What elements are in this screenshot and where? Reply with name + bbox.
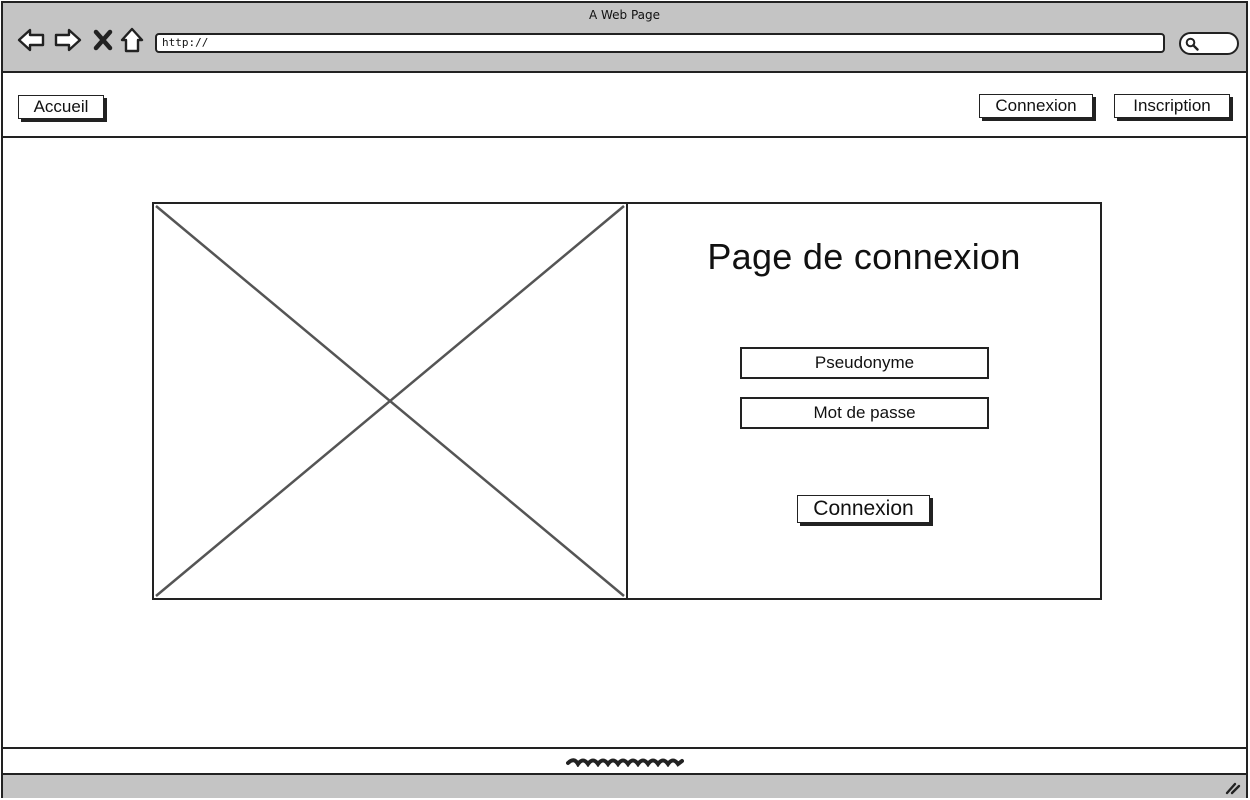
status-bar: [3, 775, 1246, 798]
password-field[interactable]: [740, 397, 989, 429]
home-button[interactable]: Accueil: [18, 95, 104, 119]
browser-search-field[interactable]: [1179, 32, 1239, 55]
address-bar[interactable]: http://: [155, 33, 1165, 53]
search-icon: [1185, 37, 1199, 51]
footer-strip: [3, 747, 1246, 775]
resize-grip-icon[interactable]: [1225, 781, 1241, 795]
login-panel: Page de connexion Connexion: [626, 202, 1102, 600]
login-submit-button[interactable]: Connexion: [797, 495, 930, 523]
home-icon[interactable]: [118, 25, 146, 55]
page-title: Page de connexion: [707, 236, 1021, 277]
signup-nav-button[interactable]: Inscription: [1114, 94, 1230, 118]
browser-chrome: A Web Page http://: [3, 3, 1246, 73]
close-icon[interactable]: [90, 25, 116, 55]
login-nav-button[interactable]: Connexion: [979, 94, 1093, 118]
window-title: A Web Page: [588, 8, 661, 22]
footer-scribble: [566, 758, 684, 767]
image-placeholder: [152, 202, 628, 600]
forward-arrow-icon[interactable]: [53, 25, 83, 55]
site-navbar: Accueil Connexion Inscription: [3, 73, 1246, 138]
username-field[interactable]: [740, 347, 989, 379]
back-arrow-icon[interactable]: [16, 25, 46, 55]
browser-window: A Web Page http:// Accueil Connexion Ins…: [1, 1, 1248, 798]
